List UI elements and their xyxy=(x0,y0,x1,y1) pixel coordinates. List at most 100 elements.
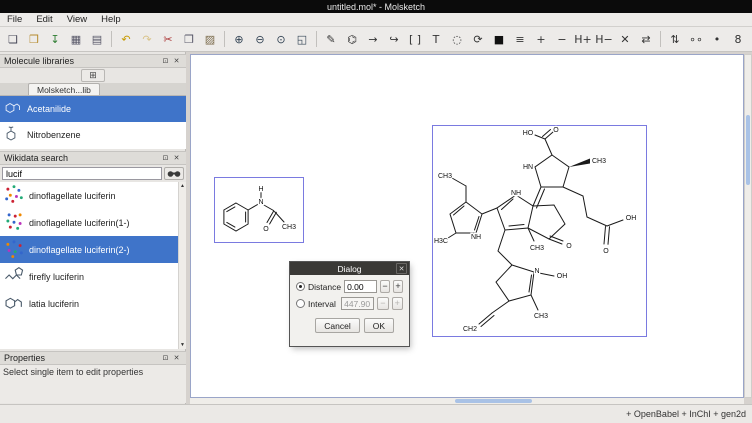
molecule-libraries-panel: Molecule libraries ⊡ ✕ ⊞ Molsketch...lib xyxy=(0,54,186,149)
hydrogen-add-tool-button[interactable]: H+ xyxy=(573,29,593,49)
atom-label-n: N xyxy=(258,199,263,206)
save-file-button[interactable]: ↧ xyxy=(45,29,65,49)
export-image-button[interactable]: ▦ xyxy=(66,29,86,49)
library-item-acetanilide[interactable]: Acetanilide xyxy=(0,96,186,122)
search-button[interactable] xyxy=(164,167,184,180)
wikidata-item-latia-luciferin[interactable]: latia luciferin xyxy=(0,290,178,317)
zoom-in-button[interactable]: ⊕ xyxy=(229,29,249,49)
wikidata-list-scrollbar[interactable]: ▲ ▼ xyxy=(178,182,186,349)
cut-icon: ✂ xyxy=(163,34,172,45)
print-button[interactable]: ▤ xyxy=(87,29,107,49)
paste-button[interactable]: ▨ xyxy=(200,29,220,49)
atom-label-o: O xyxy=(603,248,609,255)
open-file-button[interactable]: ❒ xyxy=(24,29,44,49)
search-input[interactable] xyxy=(2,167,162,180)
distance-input[interactable] xyxy=(344,280,377,293)
copy-button[interactable]: ❐ xyxy=(179,29,199,49)
atom-label-ch3: CH3 xyxy=(534,313,548,320)
distance-radio[interactable] xyxy=(296,282,305,291)
molecule-libraries-header: Molecule libraries ⊡ ✕ xyxy=(0,54,186,68)
ok-button[interactable]: OK xyxy=(364,318,394,333)
reaction-arrow-tool-button[interactable]: → xyxy=(363,29,383,49)
dialog-titlebar[interactable]: Dialog ✕ xyxy=(290,262,409,275)
octet-rule-tool-button[interactable]: 8 xyxy=(728,29,748,49)
interval-decrement-button[interactable]: − xyxy=(377,297,388,310)
dialog-close-icon[interactable]: ✕ xyxy=(396,263,407,274)
drawing-canvas[interactable]: H N O CH3 xyxy=(190,54,744,398)
wikidata-item-label: dinoflagellate luciferin(2-) xyxy=(29,245,130,255)
charge-plus-tool-icon: + xyxy=(536,34,545,45)
atom-label-hn: HN xyxy=(523,164,533,171)
wikidata-item-label: latia luciferin xyxy=(29,299,79,309)
close-panel-icon[interactable]: ✕ xyxy=(171,153,182,164)
wikidata-item-dinoflagellate-luciferin-2[interactable]: dinoflagellate luciferin(2-) xyxy=(0,236,178,263)
properties-title: Properties xyxy=(4,353,45,363)
ring-tool-button[interactable]: ⌬ xyxy=(342,29,362,49)
scroll-down-icon[interactable]: ▼ xyxy=(180,341,185,349)
linewidth-tool-button[interactable]: ≡ xyxy=(510,29,530,49)
menu-file[interactable]: File xyxy=(0,13,29,27)
undo-icon: ↶ xyxy=(121,34,130,45)
bracket-tool-button[interactable]: [ ] xyxy=(405,29,425,49)
draw-tool-button[interactable]: ✎ xyxy=(321,29,341,49)
horizontal-scroll-thumb[interactable] xyxy=(455,399,532,403)
canvas-vertical-scrollbar[interactable] xyxy=(744,54,752,398)
close-panel-icon[interactable]: ✕ xyxy=(171,353,182,364)
luciferin-molecule[interactable]: HO O CH3 HN OH O NH CH3 CH3 H3C NH O N O… xyxy=(432,125,647,337)
color-tool-button[interactable]: ■ xyxy=(489,29,509,49)
wikidata-item-dinoflagellate-luciferin-1[interactable]: dinoflagellate luciferin(1-) xyxy=(0,209,178,236)
library-item-label: Acetanilide xyxy=(27,104,71,114)
print-icon: ▤ xyxy=(92,34,102,45)
distance-increment-button[interactable]: + xyxy=(393,280,403,293)
menu-help[interactable]: Help xyxy=(94,13,128,27)
rotate-tool-button[interactable]: ⟳ xyxy=(468,29,488,49)
cancel-button[interactable]: Cancel xyxy=(315,318,359,333)
zoom-fit-button[interactable]: ◱ xyxy=(292,29,312,49)
vertical-scroll-thumb[interactable] xyxy=(746,115,750,185)
cut-button[interactable]: ✂ xyxy=(158,29,178,49)
undo-button[interactable]: ↶ xyxy=(116,29,136,49)
hydrogen-remove-tool-button[interactable]: H− xyxy=(594,29,614,49)
lone-pair-tool-button[interactable]: ∘∘ xyxy=(686,29,706,49)
scroll-up-icon[interactable]: ▲ xyxy=(180,182,185,190)
menu-view[interactable]: View xyxy=(60,13,94,27)
rotate-tool-icon: ⟳ xyxy=(473,34,482,45)
close-panel-icon[interactable]: ✕ xyxy=(171,56,182,67)
library-item-nitrobenzene[interactable]: Nitrobenzene xyxy=(0,122,186,148)
text-tool-button[interactable]: T xyxy=(426,29,446,49)
atom-label-h3c: H3C xyxy=(434,238,448,245)
wikidata-item-dinoflagellate-luciferin[interactable]: dinoflagellate luciferin xyxy=(0,182,178,209)
properties-panel: Properties ⊡ ✕ Select single item to edi… xyxy=(0,351,186,403)
flip-horizontal-tool-button[interactable]: ⇄ xyxy=(636,29,656,49)
zoom-out-button[interactable]: ⊖ xyxy=(250,29,270,49)
wikidata-item-firefly-luciferin[interactable]: firefly luciferin xyxy=(0,263,178,290)
toolbar: ❏❒↧▦ ▤ ↶ ↷ ✂ ❐▨ ⊕⊖⊙◱ ✎⌬→↪[ ]T◌ ⟳ ■≡ +−H+H−✕⇄ ⇅∘∘•8 xyxy=(0,27,752,52)
float-panel-icon[interactable]: ⊡ xyxy=(160,153,171,164)
charge-minus-tool-button[interactable]: − xyxy=(552,29,572,49)
charge-plus-tool-button[interactable]: + xyxy=(531,29,551,49)
interval-radio[interactable] xyxy=(296,299,305,308)
molsketch-window: untitled.mol* - Molsketch File Edit View… xyxy=(0,0,752,423)
interval-increment-button[interactable]: + xyxy=(392,297,403,310)
hydrogen-add-tool-icon: H+ xyxy=(574,34,592,45)
lasso-tool-button[interactable]: ◌ xyxy=(447,29,467,49)
library-menu-button[interactable]: ⊞ xyxy=(81,69,105,82)
acetanilide-molecule[interactable]: H N O CH3 xyxy=(214,177,304,243)
mechanism-arrow-tool-button[interactable]: ↪ xyxy=(384,29,404,49)
radical-tool-button[interactable]: • xyxy=(707,29,727,49)
molecule-scatter-thumbnail-icon xyxy=(3,183,25,208)
flip-vertical-tool-button[interactable]: ⇅ xyxy=(665,29,685,49)
tab-molsketch-lib[interactable]: Molsketch...lib xyxy=(28,83,100,95)
redo-button[interactable]: ↷ xyxy=(137,29,157,49)
interval-input[interactable] xyxy=(341,297,374,310)
menu-edit[interactable]: Edit xyxy=(29,13,59,27)
float-panel-icon[interactable]: ⊡ xyxy=(160,353,171,364)
delete-tool-button[interactable]: ✕ xyxy=(615,29,635,49)
new-file-button[interactable]: ❏ xyxy=(3,29,23,49)
float-panel-icon[interactable]: ⊡ xyxy=(160,56,171,67)
statusbar: + OpenBabel + InChI + gen2d xyxy=(0,404,752,423)
zoom-original-button[interactable]: ⊙ xyxy=(271,29,291,49)
distance-decrement-button[interactable]: − xyxy=(380,280,390,293)
molecule-scatter-thumbnail-icon xyxy=(3,237,25,262)
molecule-libraries-title: Molecule libraries xyxy=(4,56,74,66)
